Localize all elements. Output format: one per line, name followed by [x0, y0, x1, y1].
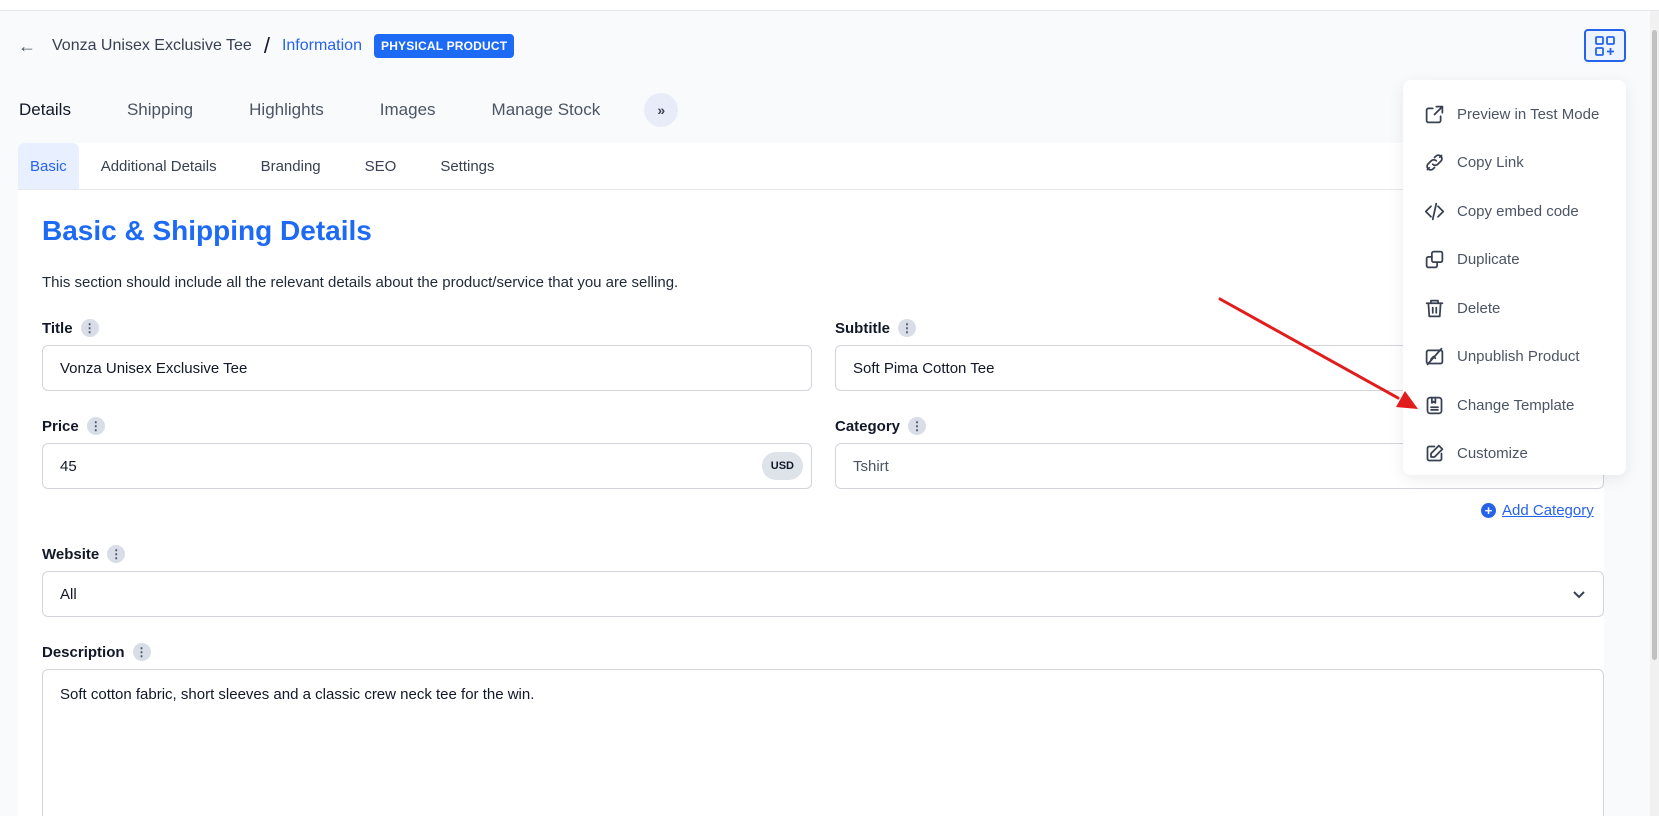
menu-item-copy-link[interactable]: Copy Link: [1403, 139, 1626, 188]
category-label-text: Category: [835, 417, 901, 435]
website-label: Website ⋮: [42, 545, 126, 563]
website-label-text: Website: [42, 545, 100, 563]
more-tabs-button[interactable]: »: [644, 93, 679, 127]
breadcrumb-section[interactable]: Information: [282, 37, 362, 55]
menu-item-copy-embed-code[interactable]: Copy embed code: [1403, 187, 1626, 236]
title-input[interactable]: Vonza Unisex Exclusive Tee: [42, 345, 812, 391]
price-value: 45: [60, 457, 77, 475]
menu-item-label: Change Template: [1457, 396, 1575, 414]
code-icon: [1424, 202, 1445, 220]
website-value: All: [60, 585, 77, 603]
plus-circle-icon: +: [1481, 503, 1496, 518]
subtitle-label: Subtitle ⋮: [835, 319, 916, 337]
info-icon[interactable]: ⋮: [898, 319, 916, 337]
scrollbar-thumb[interactable]: [1652, 30, 1657, 660]
breadcrumb-product-name[interactable]: Vonza Unisex Exclusive Tee: [52, 37, 252, 55]
back-arrow-icon[interactable]: ←: [18, 37, 36, 55]
info-icon[interactable]: ⋮: [908, 417, 927, 435]
edit-icon: [1426, 445, 1444, 462]
chevron-down-icon: [1573, 591, 1585, 599]
tab-shipping[interactable]: Shipping: [127, 100, 193, 120]
unpublish-icon: [1425, 348, 1444, 366]
menu-item-duplicate[interactable]: Duplicate: [1403, 236, 1626, 285]
price-label-text: Price: [42, 417, 79, 435]
layout-menu-button[interactable]: [1584, 29, 1626, 62]
description-textarea[interactable]: Soft cotton fabric, short sleeves and a …: [42, 669, 1604, 816]
tab-details[interactable]: Details: [19, 100, 71, 120]
subtab-additional-details[interactable]: Additional Details: [79, 143, 239, 189]
add-category-link[interactable]: + Add Category: [1481, 502, 1594, 519]
menu-item-customize[interactable]: Customize: [1403, 430, 1626, 479]
top-bar: [0, 0, 1659, 11]
subtab-seo[interactable]: SEO: [343, 143, 419, 189]
menu-item-unpublish-product[interactable]: Unpublish Product: [1403, 333, 1626, 382]
description-label-text: Description: [42, 643, 125, 661]
menu-item-label: Copy embed code: [1457, 202, 1579, 220]
menu-item-label: Preview in Test Mode: [1457, 105, 1600, 123]
link-icon: [1426, 154, 1443, 172]
description-label: Description ⋮: [42, 643, 151, 661]
currency-badge: USD: [761, 452, 803, 480]
menu-item-delete[interactable]: Delete: [1403, 284, 1626, 333]
sub-tabs: Basic Additional Details Branding SEO Se…: [18, 143, 1604, 190]
menu-item-label: Duplicate: [1457, 251, 1520, 269]
subtab-branding[interactable]: Branding: [239, 143, 343, 189]
menu-item-change-template[interactable]: Change Template: [1403, 381, 1626, 430]
menu-item-label: Copy Link: [1457, 154, 1524, 172]
tab-highlights[interactable]: Highlights: [249, 100, 324, 120]
menu-item-label: Delete: [1457, 299, 1501, 317]
info-icon[interactable]: ⋮: [80, 319, 99, 337]
template-icon: [1426, 396, 1443, 414]
title-label-text: Title: [42, 319, 73, 337]
external-link-icon: [1425, 105, 1444, 123]
tab-manage-stock[interactable]: Manage Stock: [492, 100, 601, 120]
menu-item-preview-test-mode[interactable]: Preview in Test Mode: [1403, 90, 1626, 139]
menu-item-label: Unpublish Product: [1457, 348, 1580, 366]
info-icon[interactable]: ⋮: [132, 643, 151, 661]
tab-images[interactable]: Images: [380, 100, 436, 120]
breadcrumb: ← Vonza Unisex Exclusive Tee / Informati…: [18, 33, 515, 59]
section-description: This section should include all the rele…: [42, 274, 679, 291]
duplicate-icon: [1425, 251, 1444, 269]
add-category-text: Add Category: [1502, 502, 1594, 519]
info-icon[interactable]: ⋮: [86, 417, 105, 435]
title-label: Title ⋮: [42, 319, 99, 337]
info-icon[interactable]: ⋮: [107, 545, 126, 563]
trash-icon: [1425, 299, 1444, 317]
main-tabs: Details Shipping Highlights Images Manag…: [19, 93, 679, 127]
website-select[interactable]: All: [42, 571, 1604, 617]
category-label: Category ⋮: [835, 417, 927, 435]
subtab-basic[interactable]: Basic: [18, 143, 79, 189]
section-title: Basic & Shipping Details: [42, 215, 372, 246]
product-actions-menu: Preview in Test Mode Copy Link Copy embe…: [1403, 80, 1626, 475]
price-input[interactable]: 45 USD: [42, 443, 812, 489]
breadcrumb-separator: /: [263, 33, 270, 58]
product-type-badge: PHYSICAL PRODUCT: [373, 34, 515, 58]
subtab-settings[interactable]: Settings: [418, 143, 516, 189]
price-label: Price ⋮: [42, 417, 105, 435]
menu-item-label: Customize: [1457, 445, 1528, 463]
layout-grid-icon: [1595, 35, 1615, 56]
subtitle-label-text: Subtitle: [835, 319, 890, 337]
